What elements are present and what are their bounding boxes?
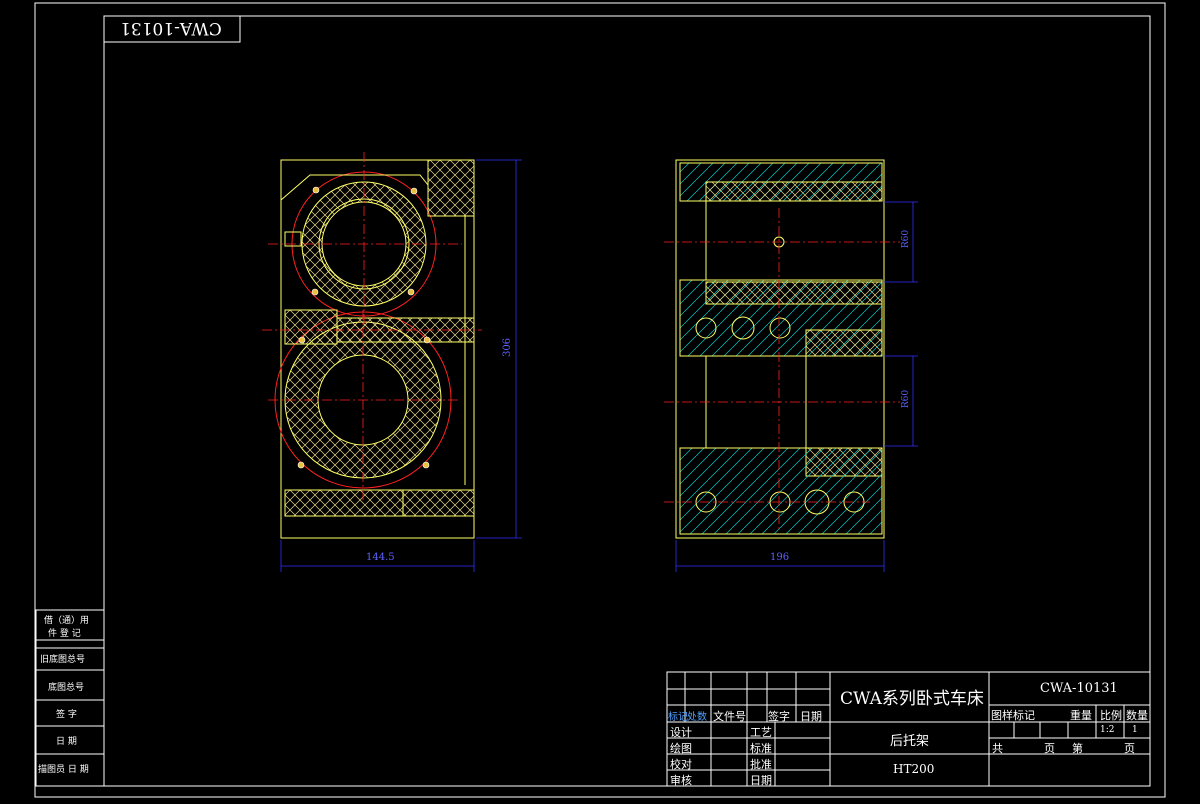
sheet-total: 共 <box>992 742 1003 755</box>
hdr-sign: 签字 <box>768 710 790 723</box>
side-row-3: 旧底图总号 <box>40 655 86 665</box>
hdr-doc: 文件号 <box>713 710 746 723</box>
role-process: 工艺 <box>750 726 772 739</box>
scale-value: 1:2 <box>1100 725 1115 735</box>
quantity-value: 1 <box>1132 725 1138 735</box>
role-date: 日期 <box>750 774 772 787</box>
dim-left-width: 144.5 <box>366 552 395 563</box>
side-row-1: 借（通）用 <box>44 616 90 626</box>
series-title: CWA系列卧式车床 <box>840 689 984 709</box>
role-standard: 标准 <box>750 742 772 755</box>
drawing-number: CWA-10131 <box>1040 681 1118 696</box>
side-row-7: 描图员 日 期 <box>38 765 89 775</box>
part-name: 后托架 <box>890 734 930 749</box>
mirrored-drawing-code: CWA-10131 <box>120 18 222 38</box>
hdr-mark: 标记 <box>668 712 688 723</box>
side-row-5: 签 字 <box>56 710 77 720</box>
cad-drawing-canvas[interactable]: CWA-10131 144.5 306 196 R60 R60 借（通）用 件 … <box>0 0 1200 800</box>
side-row-4: 底图总号 <box>48 683 85 693</box>
role-design: 设计 <box>670 726 692 739</box>
dim-right-upper: R60 <box>901 229 912 249</box>
drawing-sheet <box>34 2 1166 798</box>
material: HT200 <box>893 762 935 776</box>
dim-right-lower: R60 <box>901 389 912 409</box>
role-draw: 绘图 <box>670 742 692 755</box>
attr-qty: 数量 <box>1126 709 1148 722</box>
attr-scale: 比例 <box>1100 709 1122 722</box>
role-check: 校对 <box>670 758 692 771</box>
attr-weight: 重量 <box>1070 709 1092 722</box>
sheet-page1: 页 <box>1044 742 1055 755</box>
hdr-count: 处数 <box>687 712 707 723</box>
role-approve: 批准 <box>750 758 772 771</box>
sheet-no: 第 <box>1072 742 1083 755</box>
right-view <box>664 159 900 539</box>
sheet-frame <box>34 2 1166 798</box>
side-row-2: 件 登 记 <box>48 629 81 639</box>
dim-right-width: 196 <box>770 552 790 563</box>
hdr-date: 日期 <box>800 710 822 723</box>
dim-left-height: 306 <box>502 337 514 358</box>
attr-mark: 图样标记 <box>991 709 1035 722</box>
left-view <box>262 152 482 539</box>
role-review: 审核 <box>670 774 692 787</box>
sheet-page2: 页 <box>1124 742 1135 755</box>
side-row-6: 日 期 <box>56 737 77 747</box>
